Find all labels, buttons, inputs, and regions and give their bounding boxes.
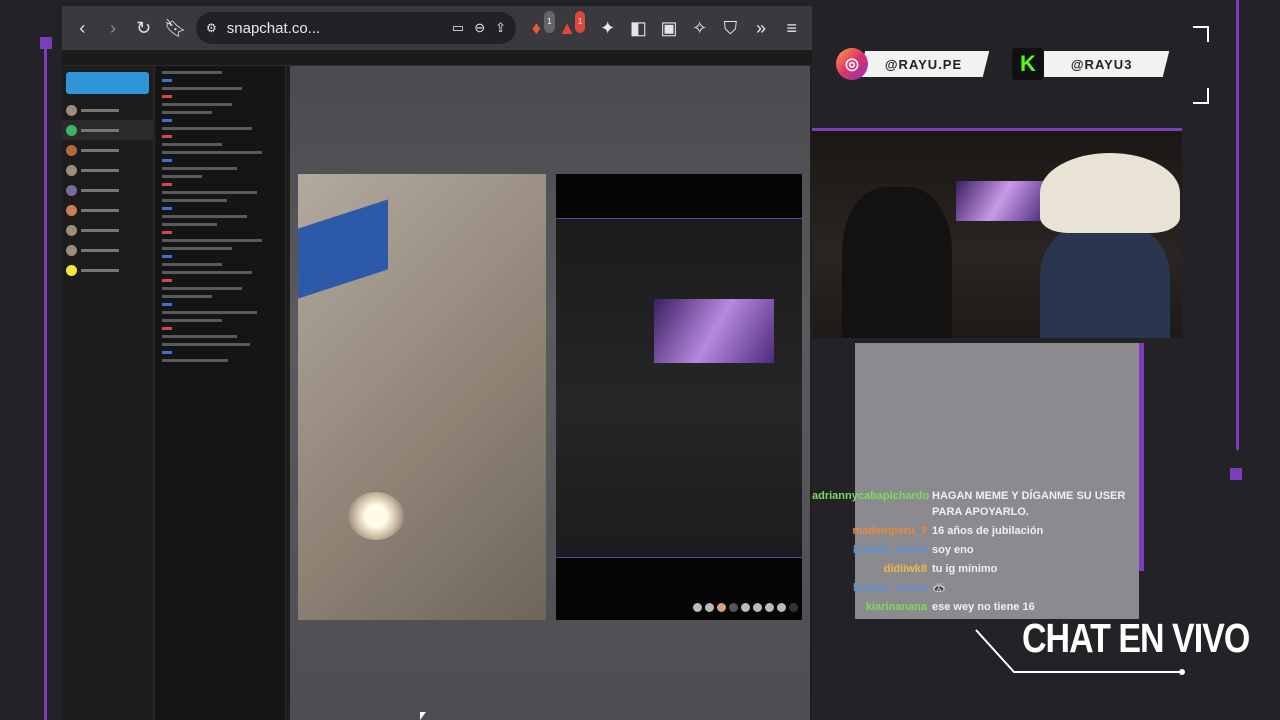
avatar [66,104,77,116]
list-item[interactable] [62,220,153,240]
zoom-icon[interactable]: ⊖ [474,20,485,36]
back-icon[interactable]: ‹ [72,17,93,39]
snap-photo-right[interactable] [556,174,802,620]
live-chat: adriannycabapichardo HAGAN MEME Y DÍGANM… [812,488,1152,618]
browser-toolbar: ‹ › ↻ 🔖︎ ⚙ snapchat.co... ▭ ⊖ ⇪ ♦ 1 ▲ 1 ✦ … [62,6,812,50]
chat-username: adriannycabapichardo [812,490,930,502]
chat-text: HAGAN MEME Y DÍGANME SU USER PARA APOYAR… [932,490,1126,518]
avatar [66,264,77,276]
list-item[interactable] [62,200,153,220]
chat-username: kiarinanana [865,601,927,613]
brave-shields-icon[interactable]: ♦ 1 [526,11,555,39]
avatar [66,184,77,196]
chat-text: tu ig mínimo [932,563,998,575]
cast-icon[interactable]: ▭ [452,20,464,36]
forward-icon[interactable]: › [103,17,124,39]
instagram-icon: ◎ [836,48,868,80]
address-bar[interactable]: ⚙ snapchat.co... ▭ ⊖ ⇪ [196,12,517,44]
chat-username: madeinperu_7 [852,525,927,537]
avatar [66,164,77,176]
browser-window: ‹ › ↻ 🔖︎ ⚙ snapchat.co... ▭ ⊖ ⇪ ♦ 1 ▲ 1 ✦ … [62,6,812,720]
webcam-feed [812,128,1182,338]
snapchat-conversation-list [62,66,154,720]
mouse-cursor [420,712,426,720]
list-item[interactable] [62,160,153,180]
menu-icon[interactable]: ≡ [781,17,802,39]
url-text: snapchat.co... [226,19,321,37]
chat-message: madeinperu_7 16 años de jubilación [812,523,1152,539]
chat-title: CHAT EN VIVO [1022,616,1250,662]
filter-thumbnails[interactable] [693,603,798,612]
chat-message: broken_seven 🦝 [812,580,1152,596]
extensions-icon[interactable]: ✦ [597,17,618,39]
list-item[interactable] [62,260,153,280]
chat-username: broken_seven [853,544,927,556]
wallet-icon[interactable]: ▣ [659,17,680,39]
kick-icon: K [1012,48,1044,80]
snapchat-header [62,50,812,66]
list-item[interactable] [62,180,153,200]
list-item[interactable] [62,140,153,160]
chat-message: broken_seven soy eno [812,542,1152,558]
kick-handle-text: @RAYU3 [1071,56,1133,72]
instagram-handle: ◎ @RAYU.PE [836,48,990,80]
snapchat-chat-thread[interactable] [156,66,286,720]
left-accent-square [40,37,52,49]
frame-corner-top-right [1193,26,1209,42]
chat-text: ese wey no tiene 16 [932,601,1035,613]
avatar [66,224,77,236]
right-accent-line [1236,0,1239,450]
site-settings-icon[interactable]: ⚙ [206,21,217,35]
chat-message: didiiwk8 tu ig mínimo [812,561,1152,577]
chat-text: 🦝 [932,582,946,594]
list-item[interactable] [62,120,153,140]
light-bulb [348,492,404,540]
list-item[interactable] [62,240,153,260]
instagram-handle-text: @RAYU.PE [885,56,963,72]
rewards-count: 1 [574,11,586,33]
reload-icon[interactable]: ↻ [133,17,154,39]
avatar [66,124,77,136]
chat-username: didiiwk8 [883,563,927,575]
shields-count: 1 [544,11,555,33]
avatar [66,244,77,256]
right-accent-square [1230,468,1242,480]
chat-text: 16 años de jubilación [932,525,1044,537]
download-app-banner[interactable] [66,72,149,94]
leo-ai-icon[interactable]: ✧ [689,17,710,39]
chat-text: soy eno [932,544,974,556]
brave-rewards-icon[interactable]: ▲ 1 [557,11,586,39]
avatar [66,204,77,216]
left-accent-line [44,40,47,720]
chat-username: broken_seven [853,582,927,594]
list-item[interactable] [62,100,153,120]
vpn-icon[interactable]: ⛉ [720,17,741,39]
chat-message: kiarinanana ese wey no tiene 16 [812,599,1152,615]
bookmark-icon[interactable]: 🔖︎ [164,17,187,39]
more-icon[interactable]: » [751,17,772,39]
chat-message: adriannycabapichardo HAGAN MEME Y DÍGANM… [812,488,1152,520]
sidebar-icon[interactable]: ◧ [628,17,649,39]
avatar [66,144,77,156]
share-icon[interactable]: ⇪ [495,20,506,36]
snap-photo-left[interactable] [298,174,546,620]
snap-viewer [290,66,810,720]
stream-overlay: ‹ › ↻ 🔖︎ ⚙ snapchat.co... ▭ ⊖ ⇪ ♦ 1 ▲ 1 ✦ … [0,0,1280,720]
frame-corner-bottom-right [1193,88,1209,104]
kick-handle: K @RAYU3 [1012,48,1170,80]
